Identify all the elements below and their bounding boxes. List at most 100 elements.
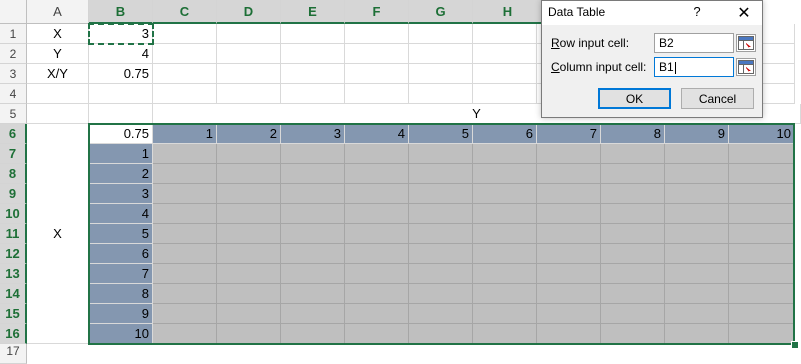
table-result-cell[interactable] [345,244,409,264]
table-result-cell[interactable] [217,304,281,324]
row-header-5[interactable]: 5 [0,104,27,124]
table-result-cell[interactable] [217,164,281,184]
table-result-cell[interactable] [601,164,665,184]
table-result-cell[interactable] [217,264,281,284]
row-header-8[interactable]: 8 [0,164,27,184]
empty-cell[interactable] [89,84,153,104]
empty-cell[interactable] [409,64,473,84]
table-result-cell[interactable] [537,244,601,264]
table-result-cell[interactable] [537,164,601,184]
table-row-label-cell[interactable]: 3 [89,184,153,204]
column-input-field[interactable]: B1 [654,57,734,77]
empty-cell[interactable] [345,44,409,64]
empty-cell[interactable] [281,64,345,84]
table-result-cell[interactable] [409,244,473,264]
table-row-label-cell[interactable]: 8 [89,284,153,304]
table-result-cell[interactable] [409,324,473,344]
table-result-cell[interactable] [601,224,665,244]
table-result-cell[interactable] [345,284,409,304]
table-result-cell[interactable] [729,244,795,264]
fill-handle[interactable] [791,341,799,349]
cell-b1[interactable]: 3 [89,24,153,44]
table-result-cell[interactable] [153,184,217,204]
table-result-cell[interactable] [473,204,537,224]
column-header-d[interactable]: D [217,0,281,24]
table-result-cell[interactable] [153,144,217,164]
table-result-cell[interactable] [729,164,795,184]
table-result-cell[interactable] [153,244,217,264]
close-icon[interactable]: ✕ [726,1,762,25]
row-header-17[interactable]: 17 [0,344,27,364]
table-result-cell[interactable] [281,264,345,284]
empty-cell[interactable] [153,44,217,64]
table-result-cell[interactable] [665,264,729,284]
empty-cell[interactable] [281,24,345,44]
column-header-b[interactable]: B [89,0,153,24]
table-result-cell[interactable] [537,304,601,324]
table-result-cell[interactable] [409,204,473,224]
table-result-cell[interactable] [153,324,217,344]
table-result-cell[interactable] [217,184,281,204]
row-header-16[interactable]: 16 [0,324,27,344]
table-row-label-cell[interactable]: 10 [89,324,153,344]
table-result-cell[interactable] [281,324,345,344]
row-header-14[interactable]: 14 [0,284,27,304]
empty-cell[interactable] [217,24,281,44]
row-input-range-button[interactable] [736,34,756,52]
empty-cell[interactable] [345,24,409,44]
table-result-cell[interactable] [281,244,345,264]
table-result-cell[interactable] [281,224,345,244]
empty-cell[interactable] [473,64,537,84]
table-result-cell[interactable] [409,304,473,324]
empty-cell[interactable] [409,24,473,44]
table-result-cell[interactable] [729,224,795,244]
table-row-label-cell[interactable]: 4 [89,204,153,224]
table-result-cell[interactable] [473,244,537,264]
cell-b2[interactable]: 4 [89,44,153,64]
table-result-cell[interactable] [537,184,601,204]
table-result-cell[interactable] [345,144,409,164]
table-row-label-cell[interactable]: 7 [89,264,153,284]
empty-cell[interactable] [345,64,409,84]
table-result-cell[interactable] [281,284,345,304]
table-row-label-cell[interactable]: 9 [89,304,153,324]
empty-cell[interactable] [473,24,537,44]
empty-cell[interactable] [89,104,153,124]
empty-cell[interactable] [217,84,281,104]
table-header-cell[interactable]: 6 [473,124,537,144]
table-result-cell[interactable] [665,304,729,324]
row-header-2[interactable]: 2 [0,44,27,64]
empty-cell[interactable] [473,84,537,104]
table-result-cell[interactable] [281,164,345,184]
row-header-3[interactable]: 3 [0,64,27,84]
table-result-cell[interactable] [409,264,473,284]
cell-a2[interactable]: Y [27,44,89,64]
table-row-label-cell[interactable]: 1 [89,144,153,164]
table-result-cell[interactable] [537,224,601,244]
row-header-1[interactable]: 1 [0,24,27,44]
table-header-cell[interactable]: 9 [665,124,729,144]
table-result-cell[interactable] [601,264,665,284]
empty-cell[interactable] [345,84,409,104]
table-result-cell[interactable] [665,284,729,304]
empty-cell[interactable] [409,44,473,64]
empty-cell[interactable] [27,84,89,104]
table-result-cell[interactable] [537,284,601,304]
empty-cell[interactable] [473,44,537,64]
table-row-label-cell[interactable]: 5 [89,224,153,244]
table-result-cell[interactable] [473,264,537,284]
table-result-cell[interactable] [665,224,729,244]
table-result-cell[interactable] [409,284,473,304]
table-result-cell[interactable] [153,264,217,284]
table-result-cell[interactable] [601,184,665,204]
empty-cell[interactable] [153,84,217,104]
table-result-cell[interactable] [281,304,345,324]
row-header-7[interactable]: 7 [0,144,27,164]
table-header-cell[interactable]: 5 [409,124,473,144]
table-result-cell[interactable] [729,204,795,224]
table-result-cell[interactable] [345,324,409,344]
table-result-cell[interactable] [345,264,409,284]
table-result-cell[interactable] [473,284,537,304]
table-result-cell[interactable] [409,144,473,164]
table-result-cell[interactable] [345,304,409,324]
